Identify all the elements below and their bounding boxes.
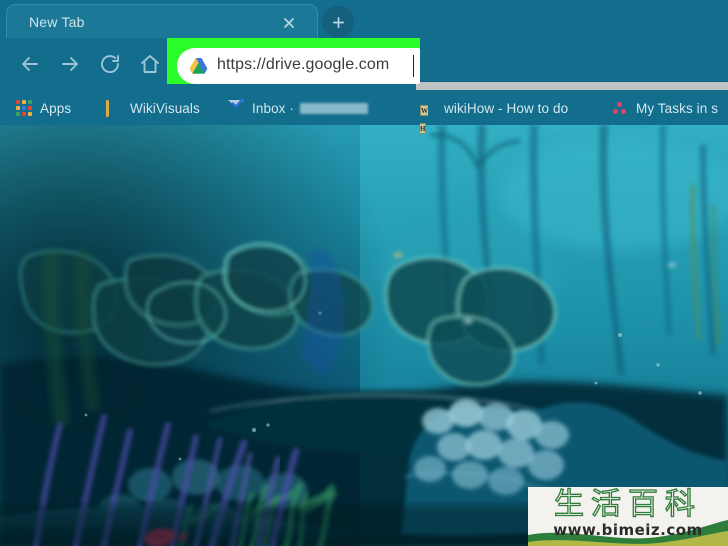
tab-new-tab[interactable]: New Tab [6,4,318,40]
desktop-wallpaper [0,125,728,546]
bookmark-my-tasks[interactable]: My Tasks in s [612,97,718,119]
arrow-left-icon[interactable] [18,52,42,76]
url-bar-highlight: https://drive.google.com [167,38,420,84]
bookmark-label: wikiHow - How to do [444,100,569,116]
apps-grid-icon [16,100,32,116]
redacted-text [299,102,368,114]
bookmark-wikihow[interactable]: WH wikiHow - How to do [420,97,569,134]
bookmarks-bar: Apps WikiVisuals Inbox · WH wikiHow - Ho… [0,90,728,134]
bookmark-label: My Tasks in s [636,100,719,116]
inbox-envelope-icon [228,98,244,116]
bookmark-label: WikiVisuals [130,100,200,116]
text-caret [413,55,414,77]
watermark-url: www.bimeiz.com [553,521,703,539]
wikihow-icon: WH [420,105,428,134]
bookmark-label: Apps [40,100,72,116]
watermark-chinese: 生活百科 [553,487,702,522]
watermark: 生活百科 www.bimeiz.com [528,487,728,546]
bookmark-apps[interactable]: Apps [16,97,71,119]
arrow-right-icon[interactable] [58,52,82,76]
reload-icon[interactable] [98,52,122,76]
address-bar[interactable]: https://drive.google.com [177,48,420,84]
google-drive-icon [189,57,208,75]
new-tab-button[interactable] [322,6,354,38]
bookmark-inbox[interactable]: Inbox · [228,97,368,119]
tab-strip: New Tab [0,0,728,40]
folder-icon [106,100,122,117]
screenshot-root: New Tab Apps WikiVisuals Inbox · W H wik… [0,0,728,546]
bookmark-wikivisuals[interactable]: WikiVisuals [106,97,200,119]
bookmark-label: Inbox · [252,100,294,116]
url-text: https://drive.google.com [217,56,390,73]
tasks-dots-icon [612,100,628,116]
tab-title: New Tab [29,14,85,30]
home-icon[interactable] [138,52,162,76]
close-icon[interactable] [281,15,297,31]
